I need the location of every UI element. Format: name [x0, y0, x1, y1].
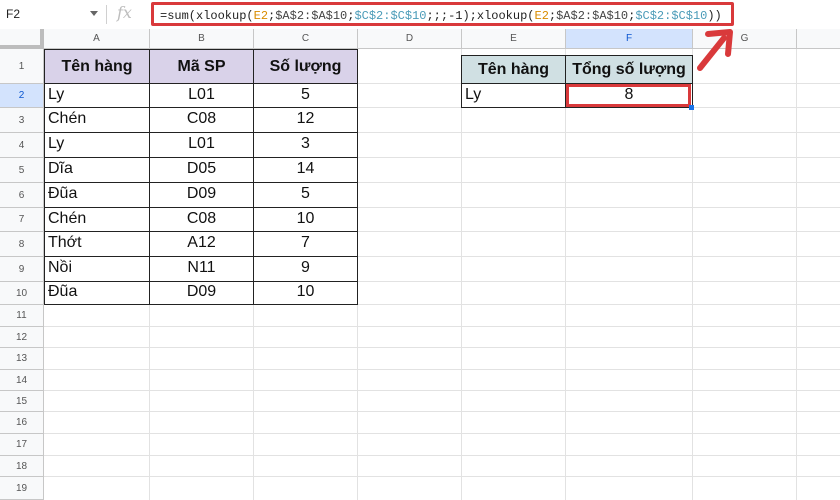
formula-ref-range-a: $A$2:$A$10	[275, 9, 348, 23]
formula-bar: F2 fx =sum(xlookup(E2;$A$2:$A$10;$C$2:$C…	[0, 0, 840, 30]
table1-cell-code[interactable]: L01	[149, 83, 254, 108]
table1-cell-name[interactable]: Chén	[44, 107, 150, 133]
row-header-10[interactable]: 10	[0, 282, 44, 305]
table1-cell-name[interactable]: Thớt	[44, 231, 150, 257]
row-header-5[interactable]: 5	[0, 158, 44, 183]
name-box[interactable]: F2	[6, 7, 20, 21]
table1-cell-name[interactable]: Ly	[44, 83, 150, 108]
column-header-c[interactable]: C	[254, 29, 358, 49]
table1-cell-qty[interactable]: 12	[253, 107, 358, 133]
table1-cell-name[interactable]: Chén	[44, 207, 150, 232]
table1-cell-code[interactable]: D09	[149, 182, 254, 208]
table1-cell-code[interactable]: L01	[149, 132, 254, 158]
table1-cell-qty[interactable]: 5	[253, 182, 358, 208]
table1-cell-code[interactable]: D09	[149, 281, 254, 305]
table1-cell-name[interactable]: Đũa	[44, 281, 150, 305]
formula-ref-e2: E2	[253, 9, 269, 23]
table1-header-ten-hang[interactable]: Tên hàng	[44, 49, 150, 84]
formula-part: ;;;-1);xlookup(	[426, 9, 535, 23]
grid-line	[44, 476, 840, 477]
row-header-16[interactable]: 16	[0, 412, 44, 434]
grid-line	[44, 347, 840, 348]
column-header-e[interactable]: E	[462, 29, 566, 49]
grid-line	[44, 369, 840, 370]
formula-ref-range-c: $C$2:$C$10	[354, 9, 427, 23]
grid-line	[44, 455, 840, 456]
table1-cell-qty[interactable]: 10	[253, 281, 358, 305]
table1-cell-name[interactable]: Đũa	[44, 182, 150, 208]
formula-part: =sum(xlookup(	[160, 9, 254, 23]
row-header-9[interactable]: 9	[0, 257, 44, 282]
table1-cell-name[interactable]: Ly	[44, 132, 150, 158]
red-arrow-icon	[697, 29, 733, 71]
row-header-18[interactable]: 18	[0, 456, 44, 477]
table1-cell-qty[interactable]: 7	[253, 231, 358, 257]
row-header-13[interactable]: 13	[0, 348, 44, 370]
row-header-3[interactable]: 3	[0, 108, 44, 133]
table1-cell-name[interactable]: Nồi	[44, 256, 150, 282]
select-all-corner[interactable]	[0, 29, 44, 49]
column-header-a[interactable]: A	[44, 29, 150, 49]
row-header-7[interactable]: 7	[0, 208, 44, 232]
formula-ref-range-c: $C$2:$C$10	[635, 9, 708, 23]
row-header-2[interactable]: 2	[0, 84, 44, 108]
fill-handle[interactable]	[689, 105, 694, 110]
selected-cell-highlight	[566, 84, 691, 107]
table1-header-so-luong[interactable]: Số lượng	[253, 49, 358, 84]
row-header-6[interactable]: 6	[0, 183, 44, 208]
table2-cell-name[interactable]: Ly	[461, 83, 566, 108]
table1-cell-qty[interactable]: 14	[253, 157, 358, 183]
formula-part: ))	[707, 9, 722, 23]
grid-line	[44, 411, 840, 412]
row-header-1[interactable]: 1	[0, 49, 44, 84]
row-header-19[interactable]: 19	[0, 477, 44, 500]
table1-cell-code[interactable]: A12	[149, 231, 254, 257]
grid-line	[44, 433, 840, 434]
table1-cell-code[interactable]: C08	[149, 207, 254, 232]
name-box-dropdown-icon[interactable]	[90, 11, 98, 16]
table2-header-ten-hang[interactable]: Tên hàng	[461, 55, 566, 84]
column-header-b[interactable]: B	[150, 29, 254, 49]
table1-cell-name[interactable]: Dĩa	[44, 157, 150, 183]
column-header-f[interactable]: F	[566, 29, 693, 49]
row-header-11[interactable]: 11	[0, 305, 44, 327]
table1-cell-qty[interactable]: 3	[253, 132, 358, 158]
row-header-17[interactable]: 17	[0, 434, 44, 456]
row-header-15[interactable]: 15	[0, 391, 44, 412]
table1-cell-qty[interactable]: 5	[253, 83, 358, 108]
table1-cell-code[interactable]: D05	[149, 157, 254, 183]
formula-input[interactable]: =sum(xlookup(E2;$A$2:$A$10;$C$2:$C$10;;;…	[151, 2, 734, 26]
table1-header-ma-sp[interactable]: Mã SP	[149, 49, 254, 84]
table1-cell-qty[interactable]: 9	[253, 256, 358, 282]
table1-cell-code[interactable]: C08	[149, 107, 254, 133]
table2-header-tong-so-luong[interactable]: Tổng số lượng	[565, 55, 693, 84]
row-header-14[interactable]: 14	[0, 370, 44, 391]
formula-bar-divider	[106, 5, 107, 24]
row-header-8[interactable]: 8	[0, 232, 44, 257]
row-header-4[interactable]: 4	[0, 133, 44, 158]
column-header-d[interactable]: D	[358, 29, 462, 49]
table1-cell-code[interactable]: N11	[149, 256, 254, 282]
formula-ref-range-a: $A$2:$A$10	[556, 9, 629, 23]
table1-cell-qty[interactable]: 10	[253, 207, 358, 232]
column-header-h[interactable]	[797, 29, 840, 49]
grid-line	[44, 326, 840, 327]
row-header-12[interactable]: 12	[0, 327, 44, 348]
grid-line	[44, 390, 840, 391]
formula-ref-e2: E2	[534, 9, 549, 23]
fx-icon: fx	[117, 3, 132, 22]
